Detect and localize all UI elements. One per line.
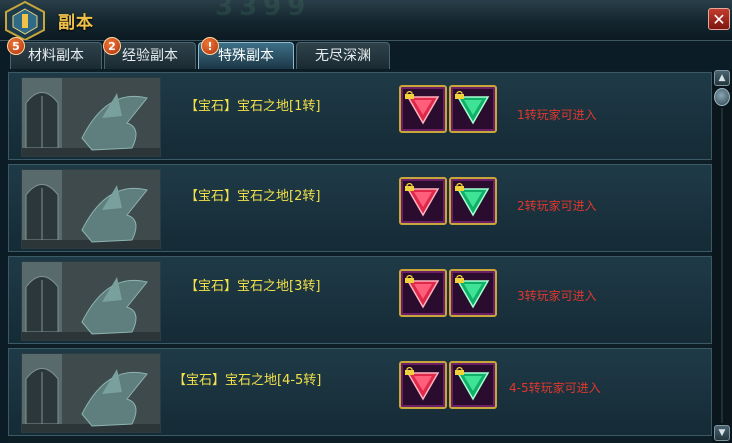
entry-requirement: 2转玩家可进入 (517, 199, 597, 213)
window-title-bar: 副本 3399 ✕ (0, 0, 732, 41)
green-gem-icon[interactable] (449, 361, 497, 409)
lock-icon (405, 275, 414, 283)
lock-icon (405, 91, 414, 99)
dungeon-thumbnail (21, 77, 161, 157)
entry-requirement: 3转玩家可进入 (517, 289, 597, 303)
lock-icon (455, 91, 464, 99)
tab-badge: 5 (7, 37, 25, 55)
dungeon-thumbnail (21, 353, 161, 433)
scrollbar-thumb[interactable] (714, 88, 730, 106)
dungeon-name: 【宝石】宝石之地[4-5转] (173, 373, 322, 388)
dungeon-tabs: 材料副本 5 经验副本 2 特殊副本 ! 无尽深渊 358597 (0, 37, 732, 101)
dungeon-row[interactable]: 【宝石】宝石之地[4-5转] 4-5转玩家可进入 (8, 348, 712, 436)
scroll-up-button[interactable]: ▲ (714, 70, 730, 86)
tab-experience-dungeon[interactable]: 经验副本 2 (103, 37, 196, 69)
dungeon-name: 【宝石】宝石之地[1转] (185, 99, 321, 114)
close-button[interactable]: ✕ (708, 8, 730, 30)
red-gem-icon[interactable] (399, 361, 447, 409)
dungeon-row[interactable]: 【宝石】宝石之地[3转] 3转玩家可进入 (8, 256, 712, 344)
tab-label: 经验副本 (122, 48, 178, 64)
tab-endless-abyss[interactable]: 无尽深渊 (296, 42, 390, 69)
lock-icon (405, 367, 414, 375)
tab-label: 无尽深渊 (315, 48, 371, 64)
tab-badge: 2 (103, 37, 121, 55)
dungeon-row[interactable]: 【宝石】宝石之地[2转] 2转玩家可进入 (8, 164, 712, 252)
dungeon-name: 【宝石】宝石之地[2转] (185, 189, 321, 204)
red-gem-icon[interactable] (399, 85, 447, 133)
lock-icon (455, 275, 464, 283)
entry-requirement: 4-5转玩家可进入 (509, 381, 601, 395)
dungeon-row[interactable]: 【宝石】宝石之地[1转] 1转玩家可进入 (8, 72, 712, 160)
window-title: 副本 (58, 13, 94, 33)
scroll-down-button[interactable]: ▼ (714, 425, 730, 441)
tab-label: 特殊副本 (218, 48, 274, 64)
lock-icon (455, 367, 464, 375)
red-gem-icon[interactable] (399, 177, 447, 225)
green-gem-icon[interactable] (449, 177, 497, 225)
dungeon-thumbnail (21, 261, 161, 341)
tab-label: 材料副本 (28, 48, 84, 64)
tab-material-dungeon[interactable]: 材料副本 5 (7, 37, 102, 69)
tab-badge: ! (201, 37, 219, 55)
list-scrollbar[interactable]: ▲ ▼ (712, 70, 732, 443)
background-watermark: 3399 (215, 0, 312, 22)
entry-requirement: 1转玩家可进入 (517, 108, 597, 122)
green-gem-icon[interactable] (449, 85, 497, 133)
dungeon-thumbnail (21, 169, 161, 249)
dungeon-emblem-icon (5, 0, 45, 40)
dungeon-name: 【宝石】宝石之地[3转] (185, 279, 321, 294)
lock-icon (455, 183, 464, 191)
red-gem-icon[interactable] (399, 269, 447, 317)
lock-icon (405, 183, 414, 191)
scrollbar-track[interactable] (721, 108, 723, 423)
green-gem-icon[interactable] (449, 269, 497, 317)
dungeon-list: 【宝石】宝石之地[1转] 1转玩家可进入 【宝石】宝石之地[2转] 2转玩家可进… (8, 70, 712, 443)
tab-special-dungeon[interactable]: 特殊副本 ! (198, 37, 294, 69)
